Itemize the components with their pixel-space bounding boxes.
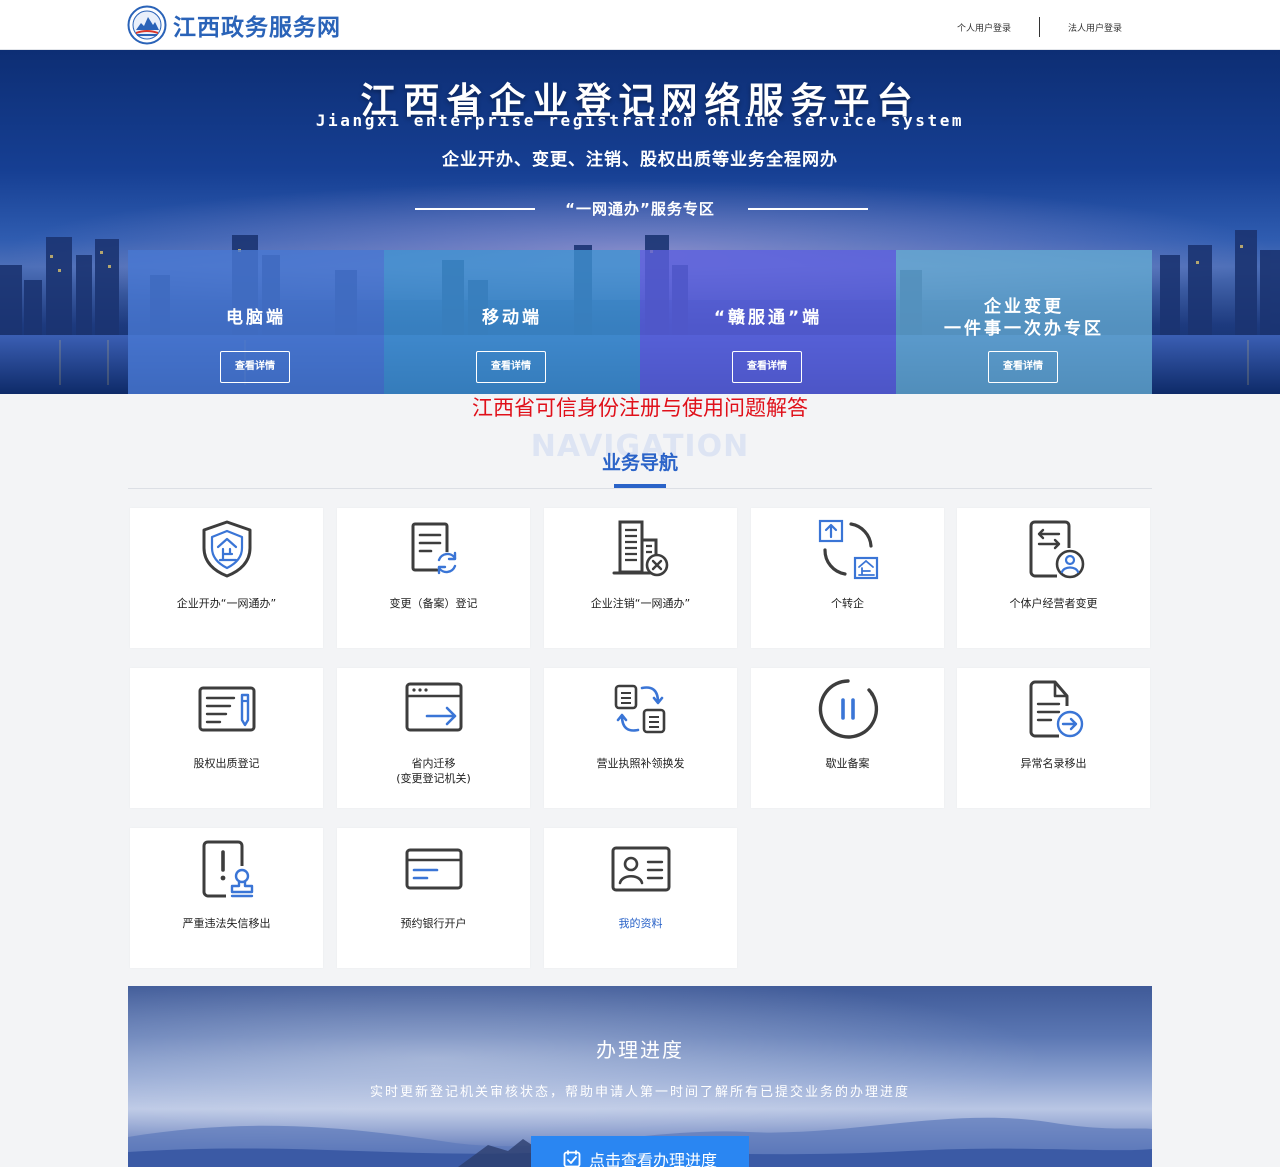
window-arrow-icon: [405, 682, 463, 732]
service-card-equity-pledge[interactable]: 股权出质登记: [130, 668, 323, 808]
site-logo[interactable]: 江西政务服务网: [127, 5, 341, 45]
service-label: 省内迁移 (变更登记机关): [337, 756, 530, 786]
service-card-suspension-filing[interactable]: 歇业备案: [751, 668, 944, 808]
service-label: 变更（备案）登记: [389, 597, 478, 610]
portal-enterprise-change: 企业变更 一件事一次办专区 查看详情: [896, 250, 1152, 394]
service-label: 预约银行开户: [400, 917, 467, 930]
form-pen-icon: [198, 686, 256, 732]
service-label-line1: 省内迁移: [411, 757, 456, 770]
portal-cards: 电脑端 查看详情 移动端 查看详情 “赣服通”端 查看详情 企业变更 一件事一次…: [128, 250, 1152, 394]
enterprise-shield-icon: [202, 520, 252, 578]
service-card-enterprise-cancel[interactable]: 企业注销“一网通办”: [544, 508, 737, 648]
service-card-enterprise-open[interactable]: 企业开办“一网通办”: [130, 508, 323, 648]
portal-mobile-detail-button[interactable]: 查看详情: [476, 351, 546, 383]
progress-title: 办理进度: [596, 1038, 684, 1062]
service-card-individual-to-enterprise[interactable]: 个转企: [751, 508, 944, 648]
service-card-my-documents[interactable]: 我的资料: [544, 828, 737, 968]
service-card-serious-violation-removal[interactable]: 严重违法失信移出: [130, 828, 323, 968]
zone-heading: “一网通办”服务专区: [0, 198, 1280, 219]
login-links: 个人用户登录 法人用户登录: [957, 17, 1122, 37]
service-card-in-province-relocation[interactable]: 省内迁移 (变更登记机关): [337, 668, 530, 808]
service-label: 营业执照补领换发: [596, 757, 685, 770]
document-export-icon: [1029, 680, 1084, 738]
document-user-icon: [1029, 520, 1085, 579]
zone-rule-left: [415, 208, 535, 210]
service-label: 企业开办“一网通办”: [176, 597, 277, 610]
document-refresh-icon: [411, 522, 458, 575]
pause-circle-icon: [818, 679, 879, 739]
emblem-icon: [127, 5, 167, 45]
warning-stamp-icon: [202, 840, 254, 898]
service-label: 个转企: [831, 597, 864, 610]
document-swap-icon: [614, 684, 666, 734]
legal-login-link[interactable]: 法人用户登录: [1068, 21, 1122, 34]
service-label: 歇业备案: [825, 757, 870, 770]
portal-title: 移动端: [482, 308, 542, 328]
portal-enterprise-change-detail-button[interactable]: 查看详情: [988, 351, 1058, 383]
progress-section: 办理进度 实时更新登记机关审核状态，帮助申请人第一时间了解所有已提交业务的办理进…: [128, 986, 1152, 1167]
login-divider: [1038, 17, 1040, 37]
portal-pc-detail-button[interactable]: 查看详情: [220, 351, 290, 383]
service-label: 个体户经营者变更: [1009, 597, 1098, 610]
service-card-license-reissue[interactable]: 营业执照补领换发: [544, 668, 737, 808]
navigation-divider: [128, 488, 1152, 489]
hero-banner: 江西省企业登记网络服务平台 Jiangxi enterprise registr…: [0, 50, 1280, 394]
service-card-bank-account-appointment[interactable]: 预约银行开户: [337, 828, 530, 968]
service-card-change-registration[interactable]: 变更（备案）登记: [337, 508, 530, 648]
checklist-icon: [563, 1150, 581, 1167]
service-label: 异常名录移出: [1020, 757, 1087, 770]
zone-rule-right: [748, 208, 868, 210]
portal-pc: 电脑端 查看详情: [128, 250, 384, 394]
personal-login-link[interactable]: 个人用户登录: [957, 21, 1011, 34]
zone-title: “一网通办”服务专区: [565, 200, 715, 218]
service-label: 企业注销“一网通办”: [590, 597, 691, 610]
service-label: 严重违法失信移出: [182, 917, 271, 930]
portal-title: “赣服通”端: [713, 308, 823, 328]
portal-title-line2: 一件事一次办专区: [944, 319, 1104, 339]
transfer-arrows-icon: [818, 519, 879, 580]
identity-faq-link[interactable]: 江西省可信身份注册与使用问题解答: [0, 392, 1280, 422]
service-label: 股权出质登记: [193, 757, 260, 770]
site-name: 江西政务服务网: [173, 15, 341, 41]
portal-ganfutong-detail-button[interactable]: 查看详情: [732, 351, 802, 383]
service-label-line2: (变更登记机关): [396, 772, 471, 785]
view-progress-label: 点击查看办理进度: [588, 1151, 717, 1167]
building-cancel-icon: [612, 520, 669, 577]
service-card-abnormal-list-removal[interactable]: 异常名录移出: [957, 668, 1150, 808]
top-bar: 江西政务服务网 个人用户登录 法人用户登录: [0, 0, 1280, 50]
portal-title: 电脑端: [226, 308, 286, 328]
view-progress-button[interactable]: 点击查看办理进度: [531, 1136, 749, 1167]
navigation-title: 业务导航: [601, 452, 678, 474]
service-card-operator-change[interactable]: 个体户经营者变更: [957, 508, 1150, 648]
progress-description: 实时更新登记机关审核状态，帮助申请人第一时间了解所有已提交业务的办理进度: [369, 1085, 910, 1100]
portal-ganfutong: “赣服通”端 查看详情: [640, 250, 896, 394]
portal-mobile: 移动端 查看详情: [384, 250, 640, 394]
service-label: 我的资料: [618, 917, 663, 930]
platform-tagline: 企业开办、变更、注销、股权出质等业务全程网办: [442, 150, 838, 170]
platform-title-en: Jiangxi enterprise registration online s…: [315, 111, 965, 130]
id-card-icon: [611, 846, 671, 892]
bank-card-icon: [405, 848, 463, 890]
